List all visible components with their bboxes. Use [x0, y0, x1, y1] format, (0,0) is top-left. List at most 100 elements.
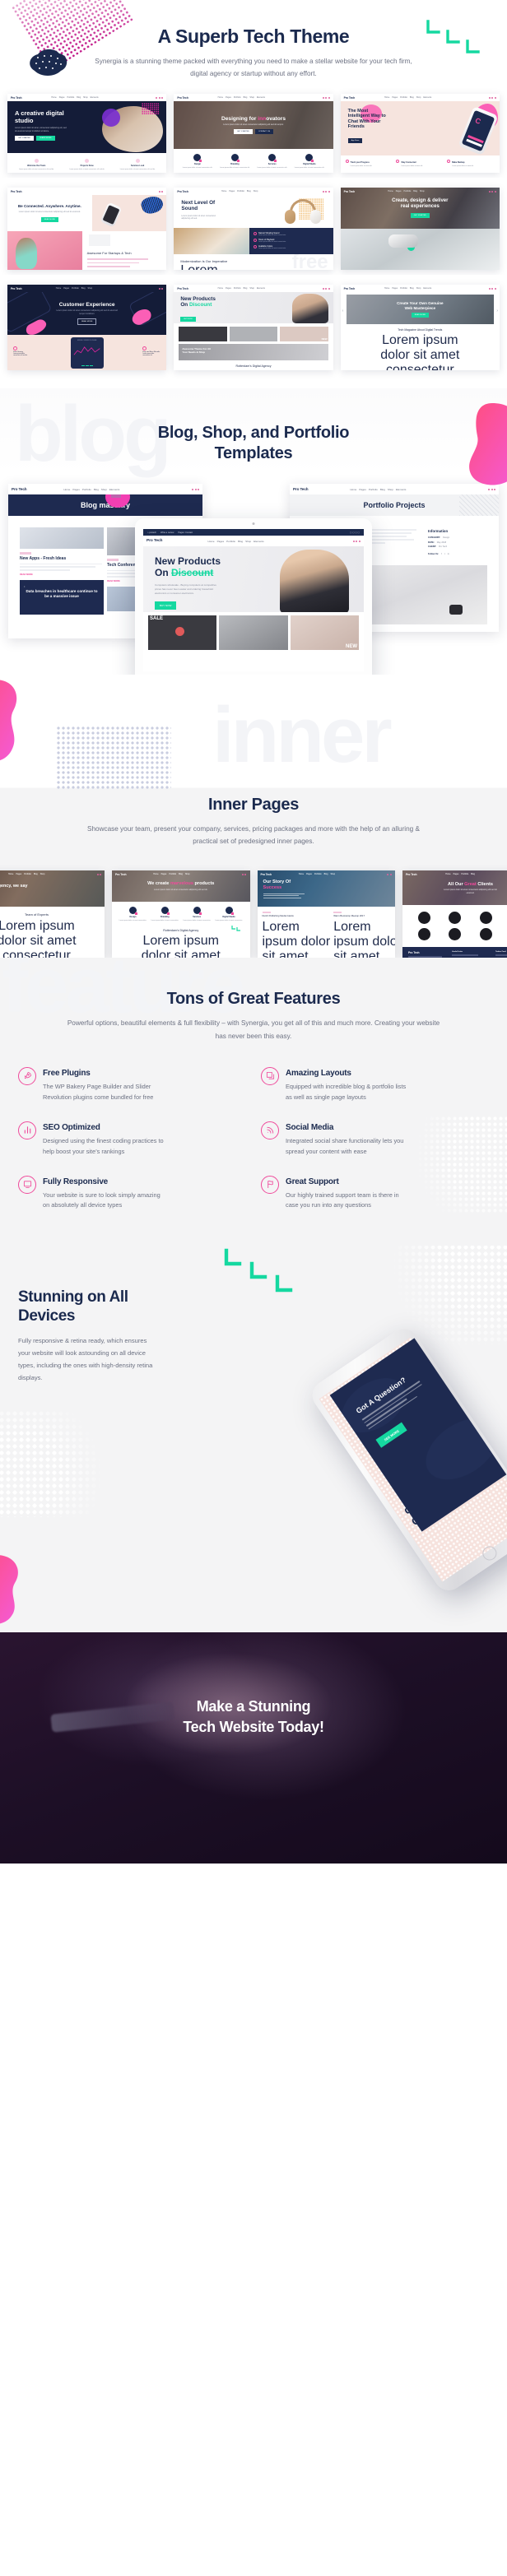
demo-row-1: Pro Tech Home Pages Portfolio Blog Shop … [0, 82, 507, 178]
service-body: Lorem ipsum dolor sit amet consectetur e… [294, 166, 325, 169]
service-title: Branding [160, 916, 170, 919]
layers-icon [261, 1066, 279, 1085]
nav-item: Shop [330, 873, 336, 876]
nav-item: Home [221, 190, 227, 193]
demo-thumbnail-chat-app[interactable]: Pro Tech Home Pages Portfolio Blog Shop … [340, 94, 500, 173]
demo-headline: Next Level Of Sound [181, 200, 216, 212]
demo-thumbnail-innovators[interactable]: Pro Tech Home Pages Portfolio Blog Shop … [174, 94, 333, 173]
demo-cta-primary[interactable]: GET STARTED [233, 129, 254, 135]
promo-banner[interactable]: Awesome Theme For All Your Needs & Shop [179, 344, 328, 360]
demo-cta-primary[interactable]: READ MORE [77, 318, 97, 326]
slider-arrow-left-icon[interactable]: ‹ [342, 309, 344, 313]
nav-item: Pages [395, 190, 402, 193]
demo-cta-primary[interactable]: READ MORE [40, 216, 58, 222]
demo-hero: C The Most Intelligent Way to Chat With … [340, 101, 500, 155]
nav-item: Blog [323, 873, 328, 876]
inner-headline: Some say agency, we say team [0, 884, 28, 893]
feature-body: Integrated social share functionality le… [286, 1136, 404, 1155]
blog-read-more[interactable]: READ MORE [20, 573, 104, 576]
nav-item: Portfolio [71, 287, 79, 290]
demo-logo: Pro Tech [260, 872, 272, 876]
product-tile[interactable]: SALE [148, 615, 217, 650]
nav-item: Home [51, 96, 57, 99]
blog-post-title[interactable]: Data breaches in healthcare continue to … [24, 589, 100, 599]
demo-thumbnail-creative-studio[interactable]: Pro Tech Home Pages Portfolio Blog Shop … [7, 94, 167, 173]
product-tile[interactable] [229, 327, 278, 341]
nav-item[interactable]: Elements [254, 540, 264, 543]
demo-nav: Home Pages Portfolio Blog Shop Elements [208, 540, 264, 543]
client-logo [449, 928, 462, 941]
demo-headline: Be Connected. Anywhere. Anytime. [17, 204, 81, 209]
product-tile[interactable]: NEW [290, 615, 359, 650]
nav-item: Home [350, 487, 357, 491]
cta-title: Make a Stunning Tech Website Today! [0, 1696, 507, 1737]
demo-thumbnail-magazine[interactable]: Pro Tech Home Pages Portfolio Blog Shop … [340, 285, 500, 370]
client-logo [417, 912, 430, 925]
nav-item: Portfolio [81, 487, 91, 491]
service-body: Lorem ipsum dolor sit amet consectetur. [119, 919, 147, 921]
demo-cta-primary[interactable]: READ MORE [411, 312, 429, 318]
nav-item[interactable]: Pages [217, 540, 225, 543]
blog-banner: Blog masonry [8, 494, 202, 516]
nav-item: Shop [249, 287, 254, 290]
demo-feature-body: Lorem ipsum dolor consectetur elit sed d… [13, 353, 28, 356]
nav-item: Blog [471, 873, 475, 876]
nav-item: Home [217, 96, 224, 99]
nav-item: Pages [453, 873, 459, 876]
service-icon [305, 154, 314, 162]
demo-hero-product-image [91, 195, 167, 231]
demo-nav: Home Pages Portfolio Blog Shop Elements [63, 488, 119, 491]
demo-nav: Home Pages Portfolio Blog Shop [56, 287, 92, 290]
demo-feature-title: Projects Done [80, 165, 94, 167]
nav-item: Shop [387, 487, 393, 491]
nav-item: Portfolio [400, 96, 407, 99]
demo-cta-primary[interactable]: BUY NOW [180, 316, 196, 322]
demo-headline: Create Your Own Genuine Web Masterpiece [397, 301, 444, 310]
demo-cta-primary[interactable]: GET STARTED [15, 136, 35, 142]
demo-cta-secondary[interactable]: LEARN MORE [36, 136, 55, 142]
inner-page-clients[interactable]: Pro Tech Home Pages Portfolio Blog All O… [402, 870, 507, 958]
story-card[interactable]: Dutch Publishing Media Giants Lorem ipsu… [262, 912, 331, 958]
inner-headline-tail: products [193, 881, 215, 887]
nav-item[interactable]: Blog [238, 540, 243, 543]
story-card[interactable]: Warm Bootcamp Meetup 2017 Lorem ipsum do… [333, 912, 395, 958]
inner-page-team[interactable]: Home Pages Portfolio Blog Shop Some say … [0, 870, 105, 958]
product-tile[interactable] [179, 327, 227, 341]
nav-item[interactable]: Portfolio [226, 540, 235, 543]
inner-page-story[interactable]: Pro Tech Home Pages Portfolio Blog Shop … [257, 870, 395, 958]
nav-item: Pages [392, 287, 398, 290]
service-title: Branding [230, 163, 240, 165]
demo-feature-body: Lorem ipsum dolor sit amet elit. [350, 165, 372, 167]
demo-thumbnail-wearable[interactable]: Pro Tech Be Connected. Anywhere. Anytime… [7, 188, 167, 270]
slider-arrow-right-icon[interactable]: › [496, 309, 498, 313]
demo-header-icons [387, 873, 392, 875]
inner-headline: All Our Great Clients [448, 882, 493, 887]
social-icon-instagram[interactable]: in [448, 552, 449, 555]
demo-thumbnail-shop[interactable]: Pro Tech Home Pages Portfolio Blog Shop … [174, 285, 333, 370]
demo-cta-primary[interactable]: GET STARTED [410, 212, 430, 218]
demo-logo: Pro Tech [12, 487, 27, 491]
demo-nav: Home Pages Portfolio Blog [445, 873, 475, 875]
demo-header-icons [322, 96, 330, 99]
social-icon-twitter[interactable]: t [444, 552, 445, 555]
nav-item: Home [217, 287, 224, 290]
product-tile[interactable]: NEW [280, 327, 328, 341]
nav-item[interactable]: Home [208, 540, 215, 543]
blog-post-title[interactable]: New Apps - Fresh Ideas [20, 556, 104, 561]
demo-hero: Next Level Of Sound Lorem ipsum dolor si… [174, 195, 333, 228]
nav-item: Elements [423, 96, 432, 99]
demo-thumbnail-experiences[interactable]: Pro Tech Home Pages Portfolio Blog Shop … [340, 188, 500, 270]
demo-cta-secondary[interactable]: CONTACT US [255, 129, 274, 135]
hero-section: A Superb Tech Theme Synergia is a stunni… [0, 0, 507, 82]
nav-item: Blog [243, 287, 248, 290]
demo-thumbnail-headphones[interactable]: Pro Tech Home Pages Portfolio Blog Shop [174, 188, 333, 270]
nav-item: Pages [229, 190, 235, 193]
demo-thumbnail-customer-experience[interactable]: Pro Tech Home Pages Portfolio Blog Shop [7, 285, 167, 370]
tablet-cta-button[interactable]: BUY NOW [155, 601, 177, 610]
product-tile[interactable] [219, 615, 288, 650]
inner-page-services[interactable]: Pro Tech Home Pages Portfolio Blog Shop … [112, 870, 250, 958]
nav-item: Shop [184, 873, 190, 876]
social-icon-facebook[interactable]: f [441, 552, 442, 555]
demo-app-store-button[interactable]: App Store [347, 137, 363, 143]
nav-item[interactable]: Shop [245, 540, 251, 543]
